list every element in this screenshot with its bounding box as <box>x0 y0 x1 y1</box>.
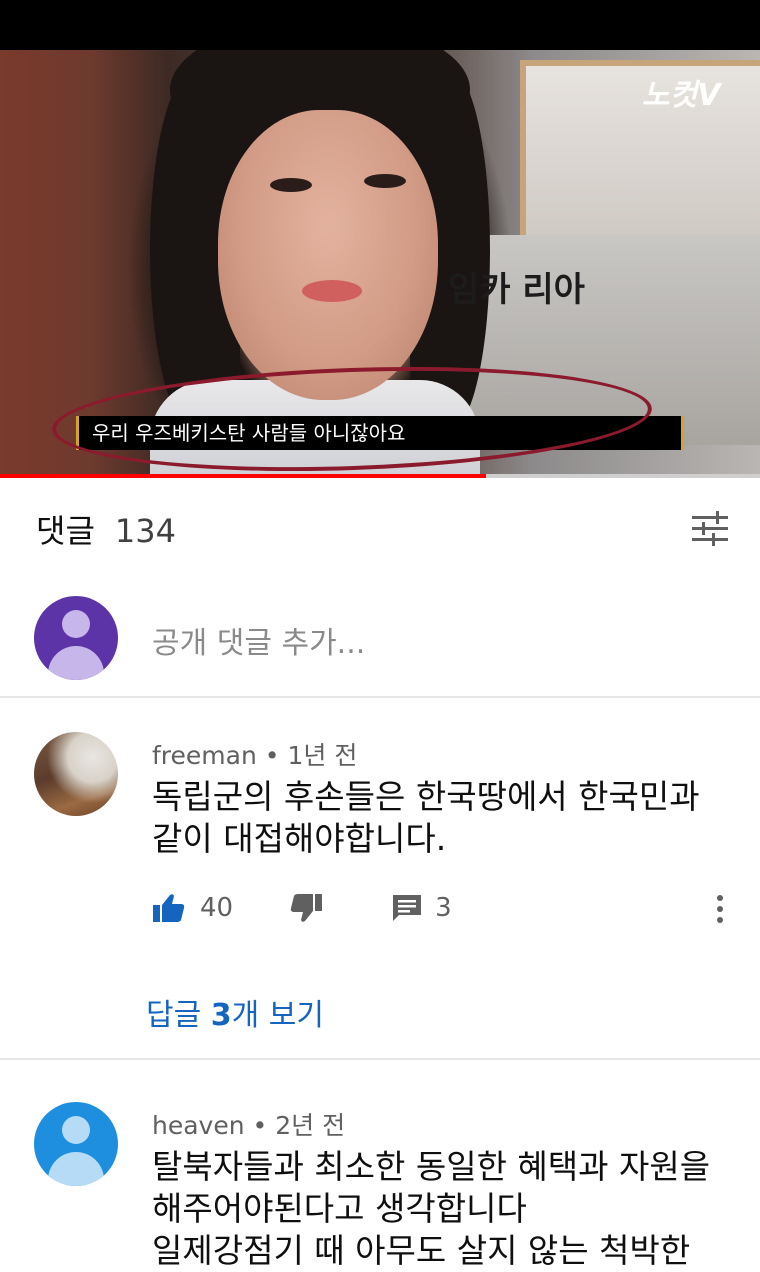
default-avatar-icon <box>34 596 118 680</box>
view-replies-link[interactable]: 답글 3개 보기 <box>146 990 324 1034</box>
video-player[interactable]: 임카 리아 노컷V 우리 우즈베키스탄 사람들 아니잖아요 <box>0 50 760 474</box>
comment-bubble-icon <box>393 895 422 921</box>
user-avatar[interactable] <box>34 732 118 816</box>
comment-time: 2년 전 <box>275 1111 346 1140</box>
comment-author[interactable]: freeman <box>152 741 257 770</box>
like-count: 40 <box>200 893 234 923</box>
divider <box>0 1058 760 1060</box>
view-replies-count: 3 <box>210 998 232 1033</box>
video-progress-fill <box>0 474 487 478</box>
default-avatar-icon[interactable] <box>34 1102 118 1186</box>
thumbs-up-icon <box>153 894 185 922</box>
dislike-button[interactable] <box>289 893 323 923</box>
reply-button[interactable]: 3 <box>391 893 452 923</box>
comments-header: 댓글 134 <box>36 506 176 552</box>
divider <box>0 696 760 698</box>
add-comment-input[interactable]: 공개 댓글 추가... <box>152 618 365 662</box>
subtitle-bracket-right <box>681 416 684 450</box>
comment-meta: freeman • 1년 전 <box>152 736 357 772</box>
comment-text: 탈북자들과 최소한 동일한 혜택과 자원을 해주어야된다고 생각합니다 일제강점… <box>152 1147 711 1270</box>
comment-time: 1년 전 <box>287 741 358 770</box>
like-button[interactable]: 40 <box>152 893 233 923</box>
more-options-icon[interactable] <box>716 894 724 924</box>
status-bar <box>0 0 760 50</box>
comment-text: 독립군의 후손들은 한국땅에서 한국민과 같이 대접해야합니다. <box>152 777 700 858</box>
meta-separator: • <box>264 741 288 770</box>
video-figure-eye <box>270 178 312 192</box>
video-figure-face <box>218 110 438 400</box>
channel-logo: 노컷V <box>642 78 721 113</box>
video-background-text: 임카 리아 <box>448 270 585 310</box>
meta-separator: • <box>252 1111 276 1140</box>
thumbs-down-icon <box>290 894 323 922</box>
background-poster <box>520 60 760 242</box>
video-figure-eye <box>364 174 406 188</box>
comment-actions: 40 3 <box>152 888 452 928</box>
view-replies-suffix: 개 보기 <box>231 998 324 1033</box>
comment-meta: heaven • 2년 전 <box>152 1106 345 1142</box>
video-progress-bar[interactable] <box>0 474 760 478</box>
view-replies-prefix: 답글 <box>146 998 211 1033</box>
hand-drawn-circle-annotation <box>50 357 654 474</box>
sort-filter-icon[interactable] <box>690 510 730 548</box>
add-comment-row[interactable]: 공개 댓글 추가... <box>0 596 760 682</box>
comments-title: 댓글 <box>36 512 95 550</box>
reply-count: 3 <box>435 893 452 923</box>
video-figure-lips <box>302 280 362 302</box>
comments-count: 134 <box>114 512 176 550</box>
comment-author[interactable]: heaven <box>152 1111 245 1140</box>
